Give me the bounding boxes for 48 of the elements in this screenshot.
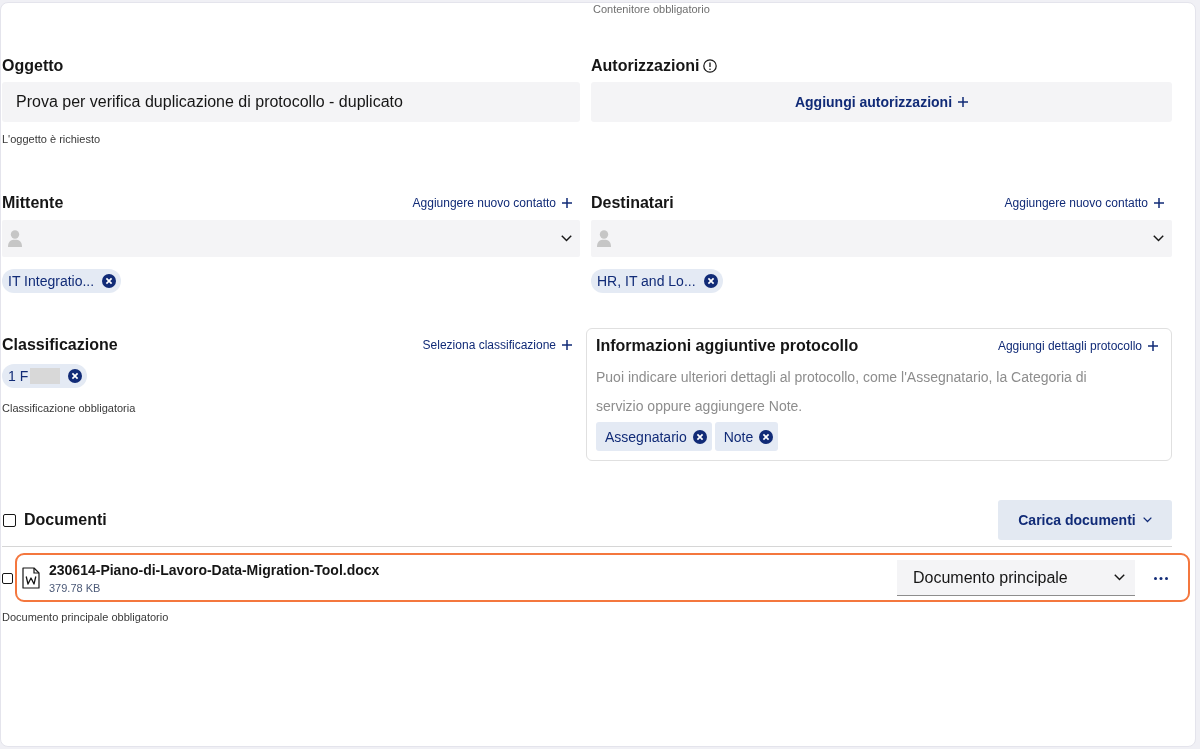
remove-icon[interactable]: [68, 369, 83, 383]
ellipsis-icon: [1154, 576, 1168, 580]
select-all-checkbox[interactable]: [3, 513, 16, 527]
add-contact-link[interactable]: Aggiungere nuovo contatto: [1004, 196, 1164, 210]
plus-icon: [1148, 341, 1158, 351]
remove-icon[interactable]: [759, 429, 774, 444]
hint-text: Contenitore obbligatorio: [593, 3, 711, 15]
plus-icon: [562, 340, 572, 350]
file-name: 230614-Piano-di-Lavoro-Data-Migration-Tool.docx: [49, 561, 380, 579]
add-authorizations-button[interactable]: Aggiungi autorizzazioni: [591, 82, 1172, 122]
field-label: Destinatari: [591, 193, 674, 213]
section-title: Documenti: [24, 511, 107, 529]
remove-icon[interactable]: [692, 429, 707, 444]
classification-chip: 1 F: [2, 364, 88, 388]
hint-text: Documento principale obbligatorio: [2, 610, 169, 624]
field-label: Classificazione: [2, 335, 118, 355]
plus-icon: [562, 198, 572, 208]
detail-tag: Assegnatario: [596, 422, 712, 451]
document-role-select[interactable]: Documento principale: [897, 560, 1135, 596]
person-icon: [8, 230, 22, 247]
contact-chip: HR, IT and Lo...: [591, 269, 723, 293]
alert-circle-icon[interactable]: [703, 59, 718, 73]
chevron-down-icon: [1114, 574, 1125, 581]
person-icon: [597, 230, 611, 247]
select-classification-link[interactable]: Seleziona classificazione: [422, 338, 572, 352]
panel-title: Informazioni aggiuntive protocollo: [596, 336, 859, 356]
add-details-link[interactable]: Aggiungi dettagli protocollo: [997, 339, 1158, 353]
document-icon: [22, 567, 40, 589]
subject-input[interactable]: Prova per verifica duplicazione di protocollo - duplicato: [2, 82, 580, 122]
plus-icon: [1154, 198, 1164, 208]
contact-chip: IT Integratio...: [2, 269, 122, 293]
detail-tag: Note: [714, 422, 779, 451]
file-checkbox[interactable]: [2, 572, 13, 584]
plus-icon: [958, 97, 969, 107]
hint-text: Classificazione obbligatoria: [2, 401, 136, 415]
chevron-down-icon: [1153, 235, 1164, 242]
panel-description: Puoi indicare ulteriori dettagli al protocollo, come l'Assegnatario, la Categoria di servizio oppure aggiungere Note.: [596, 368, 1088, 416]
chevron-down-icon: [1142, 517, 1152, 523]
chevron-down-icon: [561, 235, 572, 242]
upload-documents-button[interactable]: Carica documenti: [998, 500, 1172, 540]
remove-icon[interactable]: [102, 274, 117, 288]
remove-icon[interactable]: [703, 274, 718, 288]
add-contact-link[interactable]: Aggiungere nuovo contatto: [412, 196, 572, 210]
hint-text: L'oggetto è richiesto: [2, 132, 101, 146]
field-label: Autorizzazioni: [591, 56, 700, 76]
file-size: 379.78 KB: [49, 581, 101, 595]
field-label: Oggetto: [2, 56, 65, 76]
field-label: Mittente: [2, 193, 64, 213]
